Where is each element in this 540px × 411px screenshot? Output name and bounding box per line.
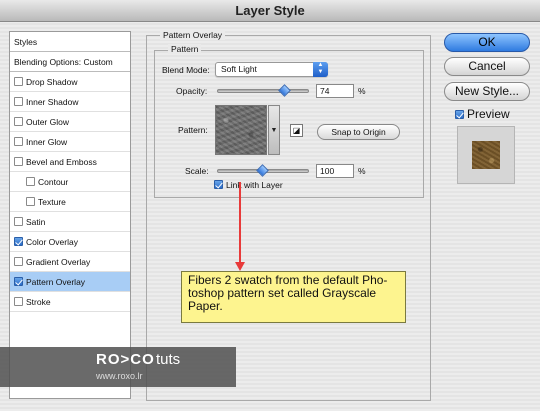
sidebar-item-pattern-overlay[interactable]: Pattern Overlay xyxy=(10,272,130,292)
annotation-callout: Fibers 2 swatch from the default Pho-tos… xyxy=(181,271,406,323)
blend-mode-label: Blend Mode: xyxy=(162,65,210,75)
watermark: RO>CO tuts www.roxo.lr xyxy=(0,347,236,387)
blend-mode-value: Soft Light xyxy=(221,64,257,74)
pattern-swatch[interactable] xyxy=(215,105,267,155)
sidebar-item-inner-shadow[interactable]: Inner Shadow xyxy=(10,92,130,112)
sidebar-item-label: Blending Options: Custom xyxy=(14,57,113,67)
watermark-url: www.roxo.lr xyxy=(96,371,143,381)
sidebar-item-label: Styles xyxy=(14,37,38,47)
sidebar-item-label: Contour xyxy=(38,177,69,187)
preview-checkbox[interactable]: Preview xyxy=(455,107,510,121)
link-with-layer-label: Link with Layer xyxy=(226,180,283,190)
sidebar-checkbox[interactable] xyxy=(14,97,23,106)
sidebar-checkbox[interactable] xyxy=(14,237,23,246)
sidebar-checkbox[interactable] xyxy=(14,157,23,166)
new-preset-icon[interactable]: ◪ xyxy=(290,124,303,137)
callout-arrow-head xyxy=(235,262,245,271)
preview-label: Preview xyxy=(467,107,510,121)
blend-mode-select[interactable]: Soft Light ▲ ▼ xyxy=(215,62,328,77)
sidebar-item-contour[interactable]: Contour xyxy=(10,172,130,192)
opacity-slider[interactable] xyxy=(217,89,309,93)
preview-check[interactable] xyxy=(455,110,464,119)
sidebar-item-label: Outer Glow xyxy=(26,117,69,127)
sidebar-checkbox[interactable] xyxy=(14,77,23,86)
ok-button[interactable]: OK xyxy=(444,33,530,52)
sidebar-item-label: Pattern Overlay xyxy=(26,277,86,287)
link-with-layer-checkbox[interactable]: Link with Layer xyxy=(214,180,283,190)
watermark-tuts: tuts xyxy=(156,351,181,368)
sidebar-checkbox[interactable] xyxy=(26,197,35,206)
opacity-label: Opacity: xyxy=(176,86,208,96)
updown-arrows-icon: ▲ ▼ xyxy=(313,62,328,77)
sidebar-item-outer-glow[interactable]: Outer Glow xyxy=(10,112,130,132)
sidebar-item-color-overlay[interactable]: Color Overlay xyxy=(10,232,130,252)
snap-to-origin-button[interactable]: Snap to Origin xyxy=(317,124,400,140)
sidebar-item-label: Gradient Overlay xyxy=(26,257,91,267)
sidebar-checkbox[interactable] xyxy=(14,137,23,146)
sidebar-item-bevel-and-emboss[interactable]: Bevel and Emboss xyxy=(10,152,130,172)
sidebar-item-label: Bevel and Emboss xyxy=(26,157,97,167)
sidebar-item-inner-glow[interactable]: Inner Glow xyxy=(10,132,130,152)
sidebar-item-drop-shadow[interactable]: Drop Shadow xyxy=(10,72,130,92)
preview-swatch xyxy=(472,141,500,169)
layer-style-dialog: Layer Style Styles Blending Options: Cust… xyxy=(0,0,540,411)
new-style-button[interactable]: New Style... xyxy=(444,82,530,101)
sidebar-item-label: Inner Shadow xyxy=(26,97,79,107)
sidebar-item-styles[interactable]: Styles xyxy=(10,32,130,52)
sidebar-checkbox[interactable] xyxy=(14,117,23,126)
group-title: Pattern Overlay xyxy=(160,30,226,40)
sidebar-item-label: Satin xyxy=(26,217,46,227)
watermark-logo: RO>CO xyxy=(96,351,155,368)
subgroup-title: Pattern xyxy=(168,44,202,54)
styles-sidebar: Styles Blending Options: Custom Drop Shado… xyxy=(9,31,131,399)
sidebar-checkbox[interactable] xyxy=(26,177,35,186)
sidebar-item-label: Stroke xyxy=(26,297,51,307)
sidebar-item-label: Inner Glow xyxy=(26,137,68,147)
scale-label: Scale: xyxy=(185,166,209,176)
sidebar-checkbox[interactable] xyxy=(14,217,23,226)
sidebar-item-blending-options-custom[interactable]: Blending Options: Custom xyxy=(10,52,130,72)
sidebar-item-gradient-overlay[interactable]: Gradient Overlay xyxy=(10,252,130,272)
link-checkbox[interactable] xyxy=(214,180,223,189)
pattern-label: Pattern: xyxy=(178,125,208,135)
sidebar-item-satin[interactable]: Satin xyxy=(10,212,130,232)
sidebar-checkbox[interactable] xyxy=(14,297,23,306)
sidebar-item-label: Color Overlay xyxy=(26,237,78,247)
sidebar-item-texture[interactable]: Texture xyxy=(10,192,130,212)
sidebar-item-label: Texture xyxy=(38,197,66,207)
scale-unit: % xyxy=(358,166,366,176)
scale-input[interactable]: 100 xyxy=(316,164,354,178)
window-title: Layer Style xyxy=(0,0,540,22)
sidebar-checkbox[interactable] xyxy=(14,277,23,286)
cancel-button[interactable]: Cancel xyxy=(444,57,530,76)
opacity-unit: % xyxy=(358,86,366,96)
sidebar-item-label: Drop Shadow xyxy=(26,77,78,87)
sidebar-checkbox[interactable] xyxy=(14,257,23,266)
triangle-down-icon[interactable]: ▼ xyxy=(268,105,280,155)
callout-arrow-line xyxy=(239,182,241,266)
sidebar-item-stroke[interactable]: Stroke xyxy=(10,292,130,312)
opacity-input[interactable]: 74 xyxy=(316,84,354,98)
